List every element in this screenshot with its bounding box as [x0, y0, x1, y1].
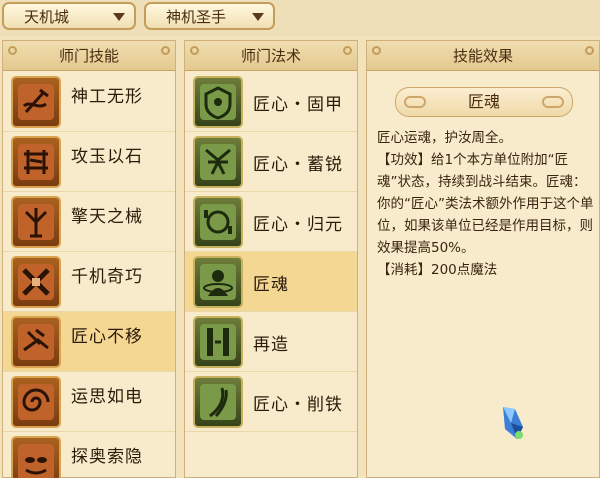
- sect-spells-panel: 师门法术 匠心・固甲 匠心・蓄锐 匠心・归元 匠魂 再造 匠心・削铁: [184, 40, 358, 478]
- corner-ornament-icon: [585, 46, 594, 55]
- soul-figure-icon: [193, 256, 243, 308]
- skill-row-2[interactable]: 擎天之械: [3, 192, 175, 252]
- spell-row-0[interactable]: 匠心・固甲: [185, 72, 357, 132]
- stone-gear-icon: [11, 136, 61, 188]
- spell-label: 匠心・削铁: [253, 395, 343, 415]
- effect-skill-name-banner: 匠魂: [395, 87, 573, 117]
- skill-row-1[interactable]: 攻玉以石: [3, 132, 175, 192]
- skill-row-5[interactable]: 运思如电: [3, 372, 175, 432]
- crystal-gem-icon: [497, 403, 527, 443]
- corner-ornament-icon: [372, 46, 381, 55]
- skill-label: 探奥索隐: [71, 447, 143, 467]
- effect-line: 匠心运魂，护汝周全。: [377, 130, 512, 146]
- return-circle-icon: [193, 196, 243, 248]
- skill-label: 擎天之械: [71, 207, 143, 227]
- corner-ornament-icon: [161, 46, 170, 55]
- sect-spells-list: 匠心・固甲 匠心・蓄锐 匠心・归元 匠魂 再造 匠心・削铁: [185, 72, 357, 432]
- mask-icon: [11, 436, 61, 478]
- chevron-down-icon: [113, 13, 125, 21]
- sect-skills-list: 神工无形 攻玉以石 擎天之械 千机奇巧 匠心不移 运思如电 探奥索隐: [3, 72, 175, 478]
- craft-hammer-icon: [11, 76, 61, 128]
- corner-ornament-icon: [343, 46, 352, 55]
- skill-label: 匠心不移: [71, 327, 143, 347]
- effect-skill-name: 匠魂: [467, 92, 500, 111]
- spell-row-1[interactable]: 匠心・蓄锐: [185, 132, 357, 192]
- sect-role-value: 神机圣手: [166, 7, 227, 26]
- corner-ornament-icon: [8, 46, 17, 55]
- spell-row-4[interactable]: 再造: [185, 312, 357, 372]
- spell-label: 再造: [253, 335, 289, 355]
- spell-row-3[interactable]: 匠魂: [185, 252, 357, 312]
- sect-skills-header: 师门技能: [3, 41, 175, 71]
- spell-label: 匠心・蓄锐: [253, 155, 343, 175]
- cloud-ornament-icon: [404, 96, 426, 108]
- shield-emblem-icon: [193, 76, 243, 128]
- skill-row-4[interactable]: 匠心不移: [3, 312, 175, 372]
- spell-label: 匠心・固甲: [253, 95, 343, 115]
- chevron-down-icon: [252, 13, 264, 21]
- sect-skills-panel: 师门技能 神工无形 攻玉以石 擎天之械 千机奇巧 匠心不移 运思如电 探奥索隐: [2, 40, 176, 478]
- sect-role-dropdown[interactable]: 神机圣手: [144, 2, 275, 30]
- skill-row-0[interactable]: 神工无形: [3, 72, 175, 132]
- pillar-icon: [11, 196, 61, 248]
- skill-label: 千机奇巧: [71, 267, 143, 287]
- skill-label: 运思如电: [71, 387, 143, 407]
- effect-line: 【消耗】200点魔法: [377, 262, 498, 278]
- effect-line: 【功效】给1个本方单位附加“匠魂”状态，持续到战斗结束。匠魂：你的“匠心”类法术…: [377, 152, 594, 256]
- corner-ornament-icon: [190, 46, 199, 55]
- sect-skills-title: 师门技能: [58, 47, 119, 65]
- skill-effect-header: 技能效果: [367, 41, 599, 71]
- cloud-ornament-icon: [542, 96, 564, 108]
- skill-label: 神工无形: [71, 87, 143, 107]
- swirl-icon: [11, 376, 61, 428]
- sect-city-dropdown[interactable]: 天机城: [2, 2, 136, 30]
- skill-effect-panel: 技能效果 匠魂 匠心运魂，护汝周全。 【功效】给1个本方单位附加“匠魂”状态，持…: [366, 40, 600, 478]
- effect-description: 匠心运魂，护汝周全。 【功效】给1个本方单位附加“匠魂”状态，持续到战斗结束。匠…: [377, 127, 595, 281]
- cross-tools-icon: [11, 256, 61, 308]
- blade-icon: [193, 376, 243, 428]
- anvil-icon: [11, 316, 61, 368]
- sect-city-value: 天机城: [24, 7, 70, 26]
- skill-label: 攻玉以石: [71, 147, 143, 167]
- spell-row-2[interactable]: 匠心・归元: [185, 192, 357, 252]
- sect-spells-title: 师门法术: [240, 47, 301, 65]
- skill-effect-title: 技能效果: [452, 47, 513, 65]
- spell-label: 匠心・归元: [253, 215, 343, 235]
- top-bar: 天机城 神机圣手: [0, 0, 600, 36]
- spell-label: 匠魂: [253, 275, 289, 295]
- skill-row-6[interactable]: 探奥索隐: [3, 432, 175, 478]
- rebuild-bars-icon: [193, 316, 243, 368]
- spell-row-5[interactable]: 匠心・削铁: [185, 372, 357, 432]
- sect-spells-header: 师门法术: [185, 41, 357, 71]
- skill-row-3[interactable]: 千机奇巧: [3, 252, 175, 312]
- mech-figure-icon: [193, 136, 243, 188]
